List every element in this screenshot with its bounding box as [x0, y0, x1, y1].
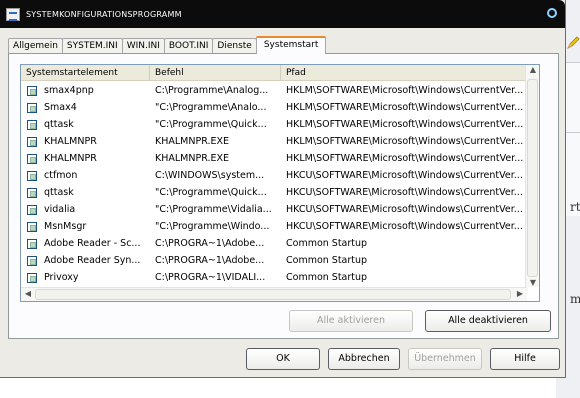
tab-allgemein[interactable]: Allgemein [8, 38, 63, 54]
table-row[interactable]: Smax4 "C:\Programme\Analo... HKLM\SOFTWA… [21, 99, 527, 116]
startup-item-command: C:\PROGRA~1\Adobe... [155, 255, 265, 266]
startup-item-path: HKLM\SOFTWARE\Microsoft\Windows\CurrentV… [286, 119, 524, 130]
startup-item-command: KHALMNPR.EXE [155, 153, 229, 164]
table-row[interactable]: Privoxy C:\PROGRA~1\VIDALI... Common Sta… [21, 269, 527, 286]
disable-all-button[interactable]: Alle deaktivieren [425, 310, 551, 332]
tab-system-ini[interactable]: SYSTEM.INI [61, 38, 123, 54]
app-icon [6, 7, 20, 21]
column-header-systemstartelement[interactable]: Systemstartelement [21, 65, 150, 80]
table-row[interactable]: Adobe Reader - Sc... C:\PROGRA~1\Adobe..… [21, 235, 527, 252]
table-row[interactable]: ctfmon C:\WINDOWS\system... HKCU\SOFTWAR… [21, 167, 527, 184]
tab-strip: Allgemein SYSTEM.INI WIN.INI BOOT.INI Di… [8, 36, 327, 54]
pencil-icon [567, 36, 580, 49]
startup-item-path: Common Startup [286, 238, 368, 249]
close-icon[interactable] [547, 8, 557, 18]
ok-button[interactable]: OK [246, 348, 320, 370]
startup-checkbox[interactable] [27, 85, 37, 96]
column-header-befehl[interactable]: Befehl [150, 65, 281, 80]
startup-checkbox[interactable] [27, 221, 37, 232]
msconfig-window: SYSTEMKONFIGURATIONSPROGRAMM Allgemein S… [0, 0, 566, 378]
startup-checkbox[interactable] [27, 153, 37, 164]
startup-item-path: HKCU\SOFTWARE\Microsoft\Windows\CurrentV… [286, 221, 523, 232]
table-row[interactable]: KHALMNPR KHALMNPR.EXE HKLM\SOFTWARE\Micr… [21, 150, 527, 167]
startup-checkbox[interactable] [27, 136, 37, 147]
startup-checkbox[interactable] [27, 204, 37, 215]
startup-item-name: Adobe Reader Syn... [44, 255, 141, 266]
list-rows: smax4pnp C:\Programme\Analog... HKLM\SOF… [21, 82, 527, 286]
startup-item-name: smax4pnp [44, 85, 94, 96]
startup-item-name: Adobe Reader - Sc... [44, 238, 141, 249]
tab-dienste[interactable]: Dienste [212, 38, 257, 54]
startup-item-name: Smax4 [44, 102, 77, 113]
startup-item-name: KHALMNPR [44, 153, 97, 164]
startup-checkbox[interactable] [27, 119, 37, 130]
tab-boot-ini[interactable]: BOOT.INI [163, 38, 214, 54]
startup-item-name: qttask [44, 119, 74, 130]
title-bar[interactable]: SYSTEMKONFIGURATIONSPROGRAMM [0, 0, 565, 28]
startup-item-path: HKCU\SOFTWARE\Microsoft\Windows\CurrentV… [286, 187, 523, 198]
table-row[interactable]: smax4pnp C:\Programme\Analog... HKLM\SOF… [21, 82, 527, 99]
startup-item-path: HKLM\SOFTWARE\Microsoft\Windows\CurrentV… [286, 136, 524, 147]
startup-item-command: "C:\Programme\Quick... [155, 119, 267, 130]
tab-systemstart[interactable]: Systemstart [255, 36, 327, 54]
scroll-up-icon[interactable]: ▲ [526, 65, 539, 74]
startup-item-path: Common Startup [286, 255, 368, 266]
startup-item-name: ctfmon [44, 170, 78, 181]
startup-checkbox[interactable] [27, 102, 37, 113]
table-row[interactable]: Adobe Reader Syn... C:\PROGRA~1\Adobe...… [21, 252, 527, 269]
startup-checkbox[interactable] [27, 255, 37, 266]
startup-item-name: qttask [44, 187, 74, 198]
tab-win-ini[interactable]: WIN.INI [121, 38, 165, 54]
table-row[interactable]: vidalia "C:\Programme\Vidalia... HKCU\SO… [21, 201, 527, 218]
table-row[interactable]: qttask "C:\Programme\Quick... HKLM\SOFTW… [21, 116, 527, 133]
startup-item-command: KHALMNPR.EXE [155, 136, 229, 147]
systemstart-panel: Systemstartelement Befehl Pfad smax4pnp … [8, 53, 559, 339]
window-title: SYSTEMKONFIGURATIONSPROGRAMM [26, 9, 182, 19]
table-row[interactable]: MsnMsgr "C:\Programme\Windo... HKCU\SOFT… [21, 218, 527, 235]
startup-list: Systemstartelement Befehl Pfad smax4pnp … [20, 64, 540, 302]
background-text-fragment: m [570, 292, 580, 306]
scroll-left-icon[interactable]: ◀ [21, 289, 35, 298]
vertical-scrollbar[interactable]: ▲ ▼ [525, 65, 539, 287]
startup-item-path: HKLM\SOFTWARE\Microsoft\Windows\CurrentV… [286, 102, 524, 113]
startup-item-command: "C:\Programme\Windo... [155, 221, 270, 232]
startup-checkbox[interactable] [27, 170, 37, 181]
startup-item-path: HKLM\SOFTWARE\Microsoft\Windows\CurrentV… [286, 153, 524, 164]
startup-item-command: C:\Programme\Analog... [155, 85, 269, 96]
scroll-right-icon[interactable]: ▶ [513, 289, 527, 298]
vertical-scroll-thumb[interactable] [527, 79, 538, 277]
list-header: Systemstartelement Befehl Pfad [21, 65, 539, 81]
table-row[interactable]: KHALMNPR KHALMNPR.EXE HKLM\SOFTWARE\Micr… [21, 133, 527, 150]
apply-button[interactable]: Übernehmen [408, 348, 482, 370]
startup-checkbox[interactable] [27, 238, 37, 249]
enable-all-button[interactable]: Alle aktivieren [289, 310, 413, 332]
startup-item-path: HKLM\SOFTWARE\Microsoft\Windows\CurrentV… [286, 85, 524, 96]
scroll-down-icon[interactable]: ▼ [526, 278, 539, 287]
startup-item-command: "C:\Programme\Vidalia... [155, 204, 272, 215]
background-text-fragment: rt [570, 200, 580, 214]
startup-item-command: "C:\Programme\Quick... [155, 187, 267, 198]
startup-item-path: HKCU\SOFTWARE\Microsoft\Windows\CurrentV… [286, 204, 523, 215]
startup-item-name: MsnMsgr [44, 221, 87, 232]
startup-item-path: HKCU\SOFTWARE\Microsoft\Windows\CurrentV… [286, 170, 523, 181]
table-row[interactable]: qttask "C:\Programme\Quick... HKCU\SOFTW… [21, 184, 527, 201]
startup-item-name: KHALMNPR [44, 136, 97, 147]
startup-item-name: Privoxy [44, 272, 79, 283]
startup-checkbox[interactable] [27, 187, 37, 198]
startup-checkbox[interactable] [27, 272, 37, 283]
startup-item-command: C:\PROGRA~1\Adobe... [155, 238, 265, 249]
startup-item-command: C:\WINDOWS\system... [155, 170, 265, 181]
horizontal-scrollbar[interactable]: ◀ ▶ [21, 287, 527, 301]
column-header-pfad[interactable]: Pfad [281, 65, 527, 80]
cancel-button[interactable]: Abbrechen [328, 348, 400, 370]
startup-item-name: vidalia [44, 204, 76, 215]
startup-item-path: Common Startup [286, 272, 368, 283]
help-button[interactable]: Hilfe [490, 348, 560, 370]
startup-item-command: "C:\Programme\Analo... [155, 102, 267, 113]
horizontal-scroll-thumb[interactable] [35, 289, 511, 300]
startup-item-command: C:\PROGRA~1\VIDALI... [155, 272, 266, 283]
